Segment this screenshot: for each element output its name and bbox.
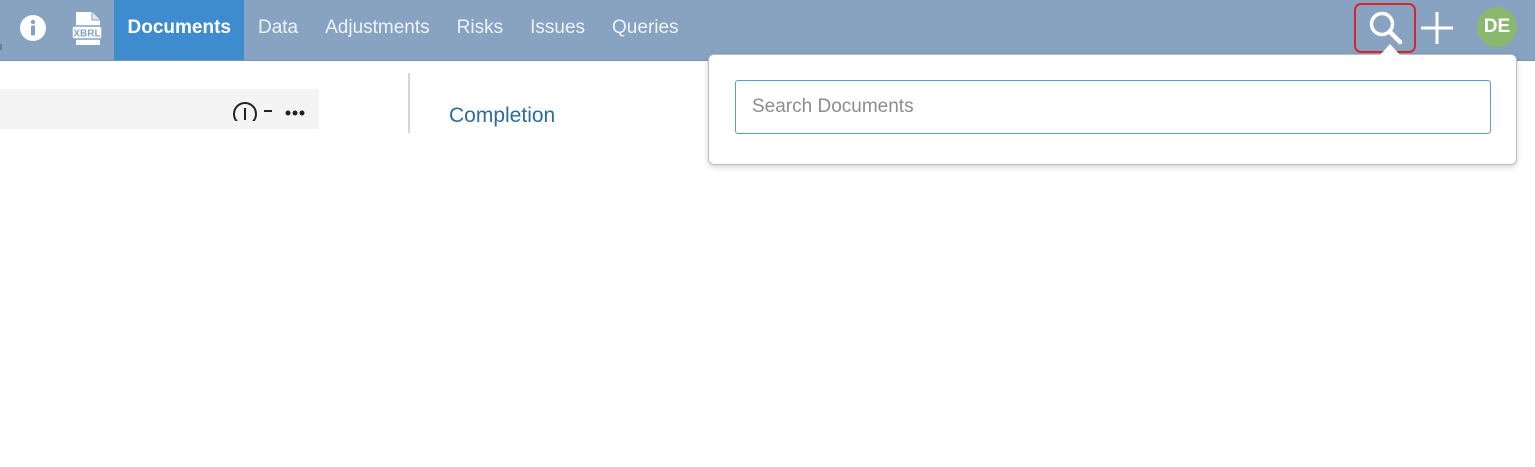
info-icon bbox=[20, 15, 46, 41]
sidebar-toggle-edge[interactable] bbox=[0, 44, 2, 50]
info-button[interactable] bbox=[19, 14, 47, 42]
more-options-icon[interactable] bbox=[285, 110, 305, 116]
xbrl-button[interactable]: XBRL bbox=[70, 11, 104, 47]
tab-issues[interactable]: Issues bbox=[517, 0, 599, 60]
add-button[interactable] bbox=[1419, 10, 1455, 46]
sort-icon[interactable] bbox=[264, 110, 272, 112]
search-popover bbox=[708, 54, 1517, 165]
tab-data[interactable]: Data bbox=[244, 0, 311, 60]
section-heading[interactable]: Completion bbox=[449, 104, 555, 128]
plus-icon bbox=[1421, 12, 1453, 44]
tab-adjustments[interactable]: Adjustments bbox=[312, 0, 444, 60]
add-circle-icon[interactable] bbox=[233, 102, 257, 121]
user-avatar[interactable]: DE bbox=[1477, 7, 1517, 47]
search-icon bbox=[1369, 11, 1403, 45]
search-documents-input[interactable] bbox=[735, 80, 1491, 134]
tab-risks[interactable]: Risks bbox=[443, 0, 516, 60]
tab-documents[interactable]: Documents bbox=[114, 0, 245, 60]
popover-arrow bbox=[1380, 44, 1400, 55]
xbrl-icon-label: XBRL bbox=[73, 29, 100, 40]
top-navigation-bar: XBRL Documents Data Adjustments Risks Is… bbox=[0, 0, 1535, 61]
main-nav: Documents Data Adjustments Risks Issues … bbox=[114, 0, 692, 60]
panel-toolbar bbox=[233, 102, 305, 121]
tab-queries[interactable]: Queries bbox=[599, 0, 693, 60]
xbrl-file-icon: XBRL bbox=[71, 12, 103, 45]
column-divider bbox=[408, 73, 410, 133]
